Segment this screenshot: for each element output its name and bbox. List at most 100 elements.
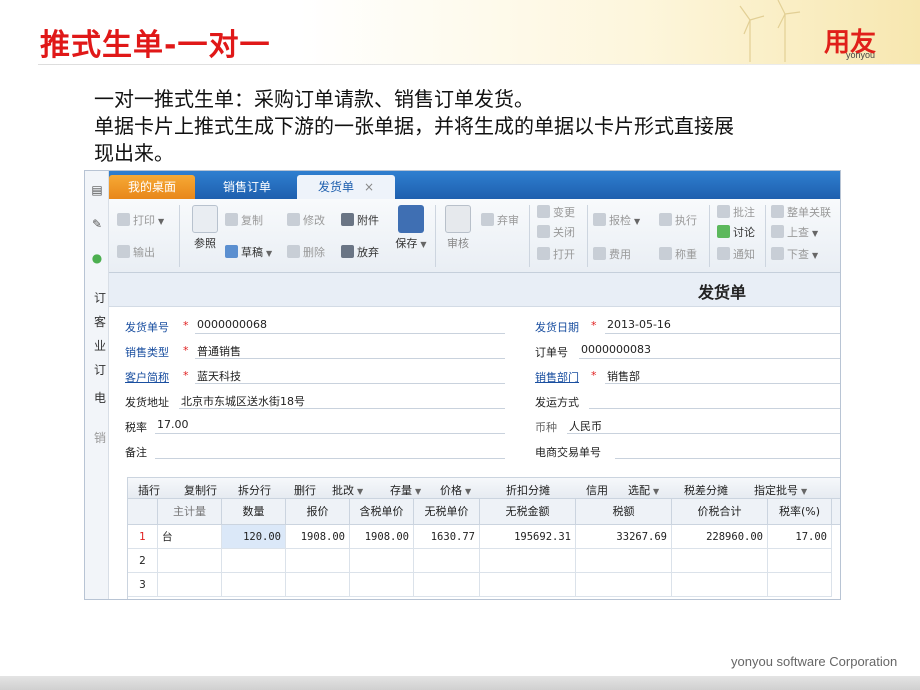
insert-row-button[interactable]: 插行: [138, 482, 160, 498]
abandon-review-button[interactable]: 弃审: [481, 213, 519, 228]
grid-cell[interactable]: [414, 573, 480, 597]
grid-header[interactable]: 主计量: [158, 499, 222, 525]
grid-header[interactable]: 税额: [576, 499, 672, 525]
left-rail-text[interactable]: 业: [94, 337, 106, 354]
left-rail-text[interactable]: 订: [94, 361, 106, 378]
export-button[interactable]: 输出: [117, 245, 155, 260]
discard-button[interactable]: 放弃: [341, 245, 379, 260]
grid-cell[interactable]: [286, 573, 350, 597]
credit-button[interactable]: 信用: [586, 482, 608, 498]
batch-edit-button[interactable]: 批改 ▼: [332, 482, 363, 498]
stock-button[interactable]: 存量 ▼: [390, 482, 421, 498]
discount-allocation-button[interactable]: 折扣分摊: [506, 482, 550, 498]
grid-cell[interactable]: [222, 549, 286, 573]
left-rail-text[interactable]: 销: [94, 429, 106, 446]
row-number[interactable]: 2: [128, 549, 158, 573]
grid-cell-quote[interactable]: 1908.00: [286, 525, 350, 549]
sales-dept-label[interactable]: 销售部门: [535, 369, 579, 385]
grid-cell[interactable]: [576, 573, 672, 597]
edit-icon[interactable]: ✎: [90, 217, 104, 231]
change-button[interactable]: 变更: [537, 205, 575, 220]
draft-button[interactable]: 草稿 ▼: [225, 245, 272, 261]
tax-diff-allocation-button[interactable]: 税差分摊: [684, 482, 728, 498]
row-number[interactable]: 1: [128, 525, 158, 549]
grid-cell-notax-amount[interactable]: 195692.31: [480, 525, 576, 549]
grid-cell-unit[interactable]: 台: [158, 525, 222, 549]
attach-button[interactable]: 附件: [341, 213, 379, 228]
price-button[interactable]: 价格 ▼: [440, 482, 471, 498]
execute-button[interactable]: 执行: [659, 213, 697, 228]
save-button[interactable]: 保存 ▼: [393, 205, 429, 251]
copy-row-button[interactable]: 复制行: [184, 482, 217, 498]
grid-cell-tax-price[interactable]: 1908.00: [350, 525, 414, 549]
grid-cell[interactable]: [350, 549, 414, 573]
annotate-button[interactable]: 批注: [717, 205, 755, 220]
grid-cell[interactable]: [768, 549, 832, 573]
grid-cell-notax-price[interactable]: 1630.77: [414, 525, 480, 549]
grid-cell[interactable]: [672, 573, 768, 597]
left-rail-text[interactable]: 订: [94, 289, 106, 306]
grid-cell[interactable]: [576, 549, 672, 573]
address-field[interactable]: 北京市东城区送水街18号: [181, 393, 305, 409]
config-button[interactable]: 选配 ▼: [628, 482, 659, 498]
grid-header[interactable]: 价税合计: [672, 499, 768, 525]
grid-header[interactable]: 数量: [222, 499, 286, 525]
grid-header[interactable]: 无税金额: [480, 499, 576, 525]
grid-cell-total[interactable]: 228960.00: [672, 525, 768, 549]
tab-sales-order[interactable]: 销售订单: [209, 175, 285, 199]
tab-my-desktop[interactable]: 我的桌面: [109, 175, 195, 199]
grid-cell[interactable]: [480, 573, 576, 597]
assign-batch-button[interactable]: 指定批号 ▼: [754, 482, 807, 498]
tax-rate-field[interactable]: 17.00: [157, 418, 189, 431]
grid-header[interactable]: 报价: [286, 499, 350, 525]
prev-query-button[interactable]: 上查 ▼: [771, 225, 818, 241]
customer-field[interactable]: 蓝天科技: [197, 368, 241, 384]
delete-button[interactable]: 删除: [287, 245, 325, 260]
grid-header[interactable]: 含税单价: [350, 499, 414, 525]
open-button[interactable]: 打开: [537, 247, 575, 262]
grid-cell-tax[interactable]: 33267.69: [576, 525, 672, 549]
tab-delivery-note[interactable]: 发货单 ×: [297, 175, 395, 199]
ship-method-field[interactable]: [589, 408, 840, 409]
modify-button[interactable]: 修改: [287, 213, 325, 228]
inspect-button[interactable]: 报检 ▼: [593, 213, 640, 229]
refer-button[interactable]: 参照: [187, 205, 223, 251]
grid-cell[interactable]: [350, 573, 414, 597]
grid-cell[interactable]: [158, 573, 222, 597]
delivery-date-field[interactable]: 2013-05-16: [607, 318, 671, 331]
split-row-button[interactable]: 拆分行: [238, 482, 271, 498]
whole-link-button[interactable]: 整单关联: [771, 205, 831, 220]
order-no-field[interactable]: 0000000083: [581, 343, 651, 356]
grid-cell-rate[interactable]: 17.00: [768, 525, 832, 549]
grid-header[interactable]: 税率(%): [768, 499, 832, 525]
ecommerce-no-field[interactable]: [615, 458, 840, 459]
grid-cell[interactable]: [672, 549, 768, 573]
printer-icon[interactable]: ▤: [90, 183, 104, 197]
print-button[interactable]: 打印 ▼: [117, 213, 164, 229]
cost-button[interactable]: 费用: [593, 247, 631, 262]
grid-cell-qty[interactable]: 120.00: [222, 525, 286, 549]
grid-cell[interactable]: [768, 573, 832, 597]
grid-cell[interactable]: [158, 549, 222, 573]
sales-type-field[interactable]: 普通销售: [197, 343, 241, 359]
sales-dept-field[interactable]: 销售部: [607, 368, 640, 384]
close-button[interactable]: 关闭: [537, 225, 575, 240]
currency-field[interactable]: 人民币: [569, 418, 602, 434]
status-dot-icon[interactable]: ●: [90, 251, 104, 265]
customer-label[interactable]: 客户简称: [125, 369, 169, 385]
left-rail-text[interactable]: 电: [94, 389, 106, 406]
remark-field[interactable]: [155, 458, 505, 459]
weigh-button[interactable]: 称重: [659, 247, 697, 262]
left-rail-text[interactable]: 客: [94, 313, 106, 330]
discuss-button[interactable]: 讨论: [717, 225, 755, 240]
grid-cell[interactable]: [480, 549, 576, 573]
grid-header[interactable]: 无税单价: [414, 499, 480, 525]
notify-button[interactable]: 通知: [717, 247, 755, 262]
close-icon[interactable]: ×: [364, 180, 374, 194]
grid-cell[interactable]: [286, 549, 350, 573]
grid-cell[interactable]: [414, 549, 480, 573]
grid-cell[interactable]: [222, 573, 286, 597]
review-button[interactable]: 审核: [441, 205, 475, 251]
delivery-no-field[interactable]: 0000000068: [197, 318, 267, 331]
row-number[interactable]: 3: [128, 573, 158, 597]
